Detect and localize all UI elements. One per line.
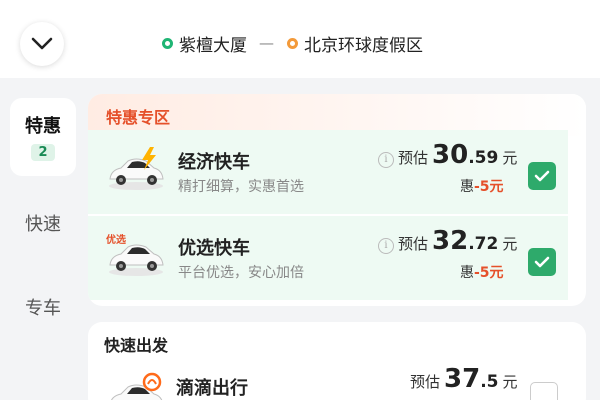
checkmark-icon	[534, 256, 550, 268]
price-decimal: .5	[480, 372, 499, 392]
car-lightning-icon	[109, 147, 164, 190]
car-premium-icon: 优选	[106, 233, 164, 276]
fast-section-title: 快速出发	[104, 336, 169, 355]
price-decimal: .72	[468, 234, 499, 254]
option-description: 精打细算，实惠首选	[178, 179, 304, 195]
discount: 惠-5元	[460, 176, 504, 196]
route-separator: —	[259, 34, 274, 52]
option-description: 平台优选，安心加倍	[178, 265, 304, 281]
estimated-price: 预估 32 .72 元	[398, 226, 517, 256]
price-integer: 37	[444, 364, 481, 394]
price-label: 预估	[398, 149, 429, 167]
origin-dot-icon	[162, 37, 173, 49]
discount-value: -5元	[474, 179, 504, 195]
info-icon[interactable]: i	[378, 238, 394, 254]
sidebar-item-label: 特惠	[25, 116, 61, 137]
select-checkbox[interactable]	[528, 248, 556, 276]
price-label: 预估	[398, 235, 429, 253]
price-unit: 元	[502, 235, 518, 253]
option-title: 经济快车	[178, 152, 250, 173]
route-summary[interactable]: 紫檀大厦 — 北京环球度假区	[162, 30, 423, 56]
category-sidebar: 特惠 2 快速 专车	[0, 78, 86, 400]
price-unit: 元	[502, 149, 518, 167]
price-unit: 元	[502, 373, 518, 391]
discount: 惠-5元	[460, 262, 504, 282]
origin-label: 紫檀大厦	[179, 35, 247, 56]
option-title: 优选快车	[178, 238, 250, 259]
discount-value: -5元	[474, 265, 504, 281]
sidebar-item-label: 专车	[25, 298, 61, 319]
estimated-price: 预估 30 .59 元	[398, 140, 517, 170]
price-decimal: .59	[468, 148, 499, 168]
price-integer: 30	[432, 140, 469, 170]
option-title: 滴滴出行	[176, 378, 248, 399]
discount-label: 惠	[460, 179, 474, 195]
sidebar-item-premium[interactable]: 专车	[10, 294, 76, 320]
price-label: 预估	[410, 373, 441, 391]
discount-label: 惠	[460, 265, 474, 281]
estimated-price: 预估 37 .5 元	[410, 364, 518, 394]
car-didi-icon	[111, 372, 163, 400]
sidebar-item-promo[interactable]: 特惠 2	[10, 98, 76, 176]
car-tag-label: 优选	[106, 233, 126, 246]
destination-label: 北京环球度假区	[304, 35, 423, 56]
ride-option-didi[interactable]: 滴滴出行 预估 37 .5 元	[88, 356, 586, 400]
chevron-down-icon	[31, 37, 53, 50]
collapse-button[interactable]	[20, 22, 64, 66]
sidebar-item-fast[interactable]: 快速	[10, 210, 76, 236]
checkmark-icon	[534, 170, 550, 182]
sidebar-item-label: 快速	[25, 214, 61, 235]
ride-option-economy[interactable]: 经济快车 精打细算，实惠首选 i 预估 30 .59 元 惠-5元	[88, 130, 568, 214]
fast-section-card: 快速出发 滴滴出行 预估 37 .5 元	[88, 322, 586, 400]
top-bar: 紫檀大厦 — 北京环球度假区	[0, 0, 600, 78]
price-integer: 32	[432, 226, 469, 256]
info-icon[interactable]: i	[378, 152, 394, 168]
select-checkbox[interactable]	[530, 382, 558, 400]
promo-section-card: 特惠专区 经济快车 精打细算，实惠首选 i 预估 30 .59 元 惠-5元 优…	[88, 94, 586, 306]
destination-dot-icon	[287, 37, 298, 49]
count-badge: 2	[31, 144, 55, 161]
select-checkbox[interactable]	[528, 162, 556, 190]
ride-option-preferred[interactable]: 优选 优选快车 平台优选，安心加倍 i 预估 32 .72 元 惠-5元	[88, 216, 568, 300]
